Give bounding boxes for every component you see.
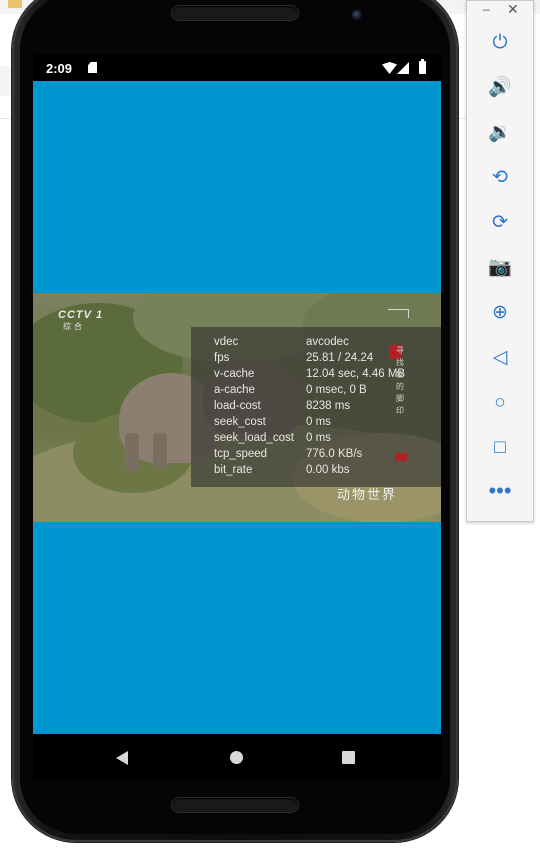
channel-logo-subtext: 综合	[63, 322, 85, 331]
zoom-icon[interactable]: ⊕	[485, 299, 515, 327]
more-icon[interactable]: •••	[485, 477, 515, 505]
stats-value: 776.0 KB/s	[306, 448, 363, 460]
close-button[interactable]: ✕	[507, 1, 519, 18]
stats-key: fps	[214, 352, 230, 364]
side-char: 的	[396, 382, 404, 391]
status-time: 2:09	[46, 61, 73, 76]
elephant-leg	[153, 433, 167, 469]
sd-card-icon	[88, 62, 97, 73]
bottom-speaker	[172, 798, 298, 812]
stats-value: 12.04 sec, 4.46 MB	[306, 368, 406, 380]
stats-key: bit_rate	[214, 464, 253, 476]
stats-value: 0.00 kbs	[306, 464, 350, 476]
stats-value: 8238 ms	[306, 400, 351, 412]
device-screen: 2:09 CCTV 1 综合 vdec avcodec fps 25.81 / …	[33, 54, 441, 781]
wifi-icon	[382, 62, 397, 74]
stats-key: a-cache	[214, 384, 255, 396]
side-char: 脚	[396, 394, 404, 403]
stats-value: avcodec	[306, 336, 349, 348]
side-red-marker	[395, 453, 407, 461]
status-bar: 2:09	[33, 54, 441, 81]
nav-home-icon[interactable]	[230, 751, 243, 764]
video-surface[interactable]: CCTV 1 综合 vdec avcodec fps 25.81 / 24.24…	[33, 293, 441, 522]
android-nav-bar	[33, 734, 441, 781]
power-icon[interactable]: ⏻	[485, 29, 515, 57]
volume-up-icon[interactable]: 🔊	[485, 74, 515, 102]
home-icon[interactable]: ○	[485, 389, 515, 417]
emulator-toolbar: – ✕ ⏻ 🔊 🔉 ⟲ ⟳ 📷 ⊕ ◁ ○ □ •••	[466, 0, 534, 522]
player-app-area[interactable]: CCTV 1 综合 vdec avcodec fps 25.81 / 24.24…	[33, 81, 441, 734]
side-char: 找	[396, 358, 404, 367]
cell-signal-icon	[397, 62, 409, 74]
front-camera-icon	[352, 10, 362, 20]
stats-key: v-cache	[214, 368, 255, 380]
side-char: 印	[396, 406, 404, 415]
stats-value: 0 msec, 0 B	[306, 384, 367, 396]
side-char: 寻	[396, 346, 404, 355]
camera-icon[interactable]: 📷	[485, 254, 515, 282]
channel-logo: CCTV 1 综合	[58, 309, 103, 332]
volume-down-icon[interactable]: 🔉	[485, 119, 515, 147]
stats-value: 0 ms	[306, 416, 331, 428]
side-char: 象	[396, 370, 404, 379]
stats-key: seek_cost	[214, 416, 266, 428]
program-caption: 动物世界	[337, 487, 398, 502]
nav-recents-icon[interactable]	[342, 751, 355, 764]
stats-key: vdec	[214, 336, 239, 348]
stats-key: load-cost	[214, 400, 261, 412]
elephant-leg	[125, 433, 139, 471]
earpiece-speaker	[172, 6, 298, 20]
channel-logo-text: CCTV 1	[58, 309, 104, 321]
stats-key: tcp_speed	[214, 448, 268, 460]
rotate-left-icon[interactable]: ⟲	[485, 164, 515, 192]
minimize-button[interactable]: –	[483, 2, 490, 16]
rotate-right-icon[interactable]: ⟳	[485, 209, 515, 237]
side-vertical-title: 寻 找 象 的 脚 印	[394, 345, 406, 467]
overview-icon[interactable]: □	[485, 434, 515, 462]
nav-back-icon[interactable]	[116, 751, 128, 765]
stats-value: 25.81 / 24.24	[306, 352, 374, 364]
stats-key: seek_load_cost	[214, 432, 294, 444]
back-icon[interactable]: ◁	[485, 344, 515, 372]
battery-icon	[419, 59, 426, 74]
folder-icon	[8, 0, 22, 8]
stats-value: 0 ms	[306, 432, 331, 444]
corner-watermark	[388, 309, 409, 318]
